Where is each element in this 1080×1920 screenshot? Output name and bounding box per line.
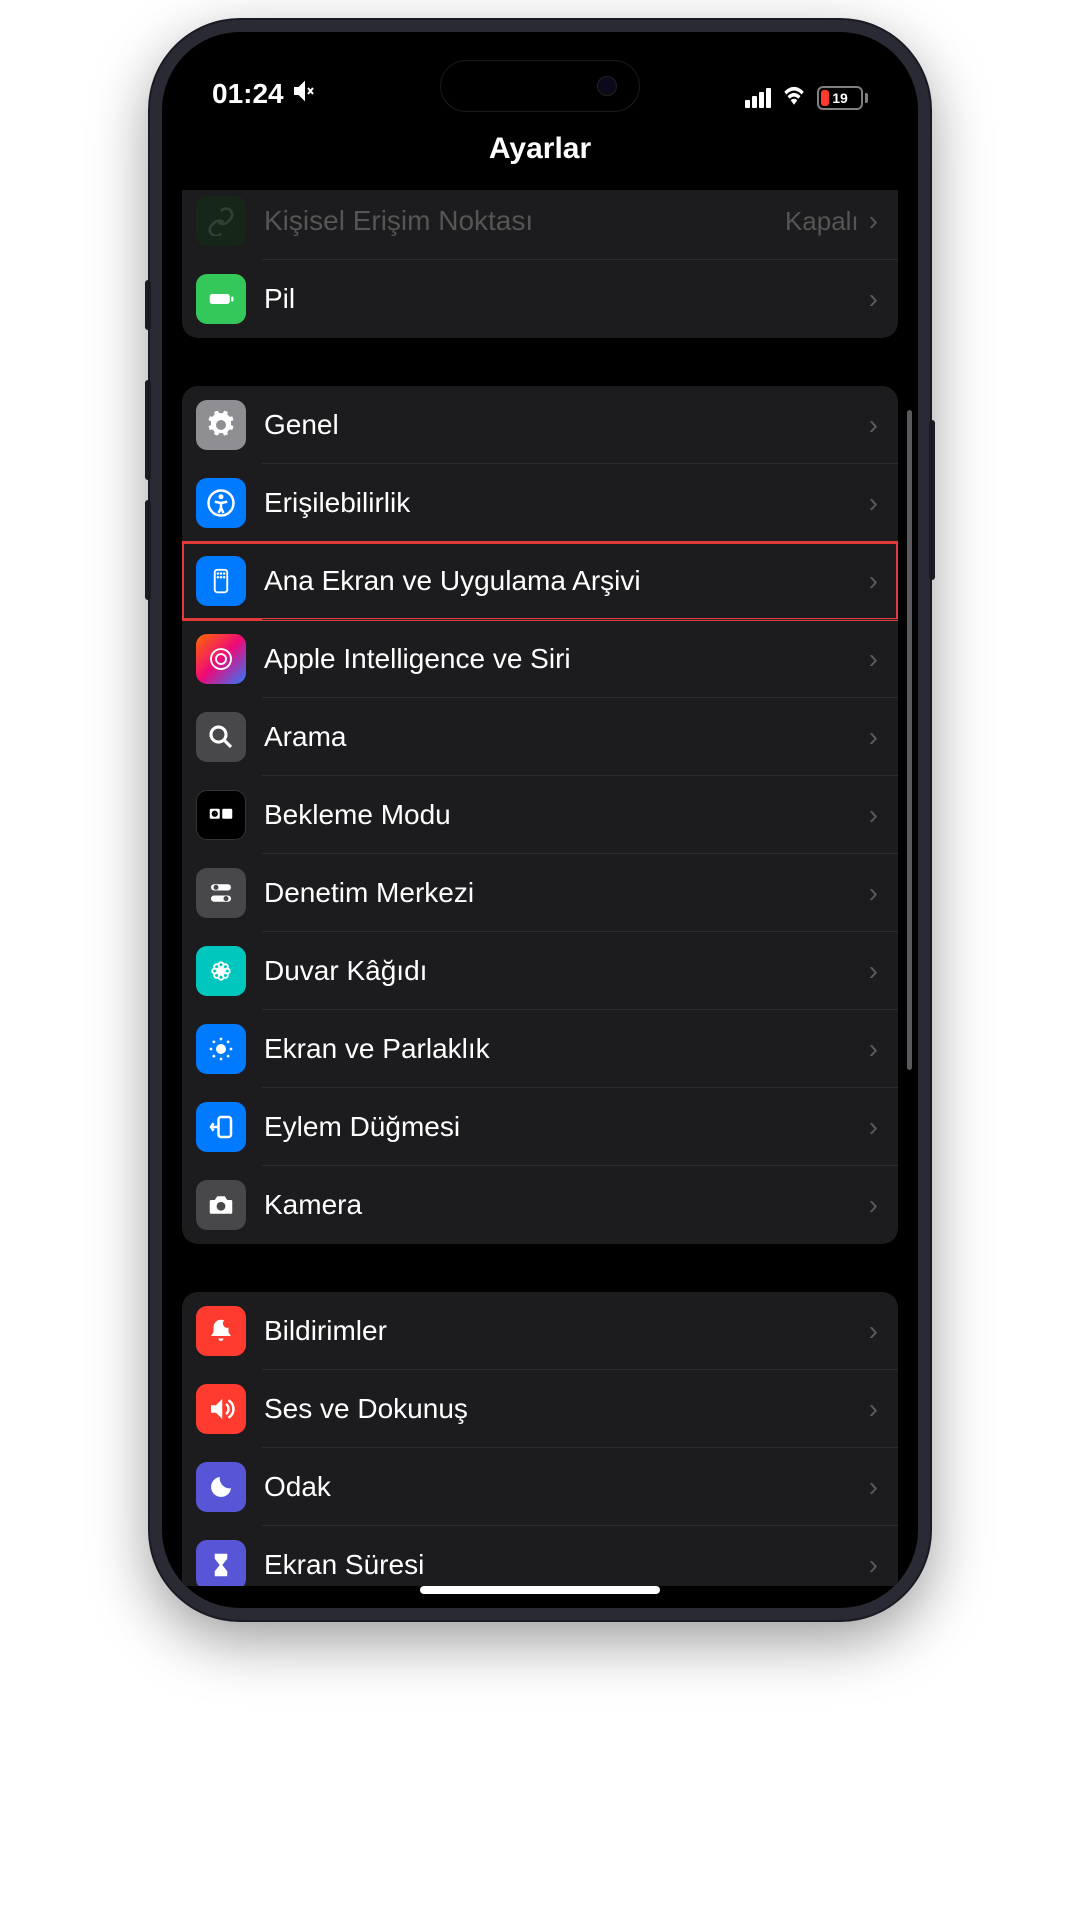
row-value: Kapalı: [785, 206, 859, 237]
hourglass-icon: [196, 1540, 246, 1586]
row-label: Kişisel Erişim Noktası: [264, 205, 785, 237]
battery-icon: [196, 274, 246, 324]
power-button: [929, 420, 935, 580]
chevron-right-icon: ›: [869, 565, 878, 597]
home-indicator[interactable]: [420, 1586, 660, 1594]
row-siri[interactable]: Apple Intelligence ve Siri ›: [182, 620, 898, 698]
row-label: Genel: [264, 409, 869, 441]
settings-content[interactable]: Kişisel Erişim Noktası Kapalı › Pil ›: [162, 190, 918, 1586]
battery-indicator: 19: [817, 86, 868, 110]
chevron-right-icon: ›: [869, 955, 878, 987]
chevron-right-icon: ›: [869, 643, 878, 675]
chevron-right-icon: ›: [869, 799, 878, 831]
bell-icon: [196, 1306, 246, 1356]
speaker-icon: [196, 1384, 246, 1434]
home-screen-icon: [196, 556, 246, 606]
row-label: Bildirimler: [264, 1315, 869, 1347]
row-label: Ekran Süresi: [264, 1549, 869, 1581]
silence-switch: [145, 280, 151, 330]
row-label: Eylem Düğmesi: [264, 1111, 869, 1143]
chevron-right-icon: ›: [869, 1189, 878, 1221]
status-time: 01:24: [212, 78, 284, 110]
row-label: Pil: [264, 283, 869, 315]
volume-down-button: [145, 500, 151, 600]
row-control-center[interactable]: Denetim Merkezi ›: [182, 854, 898, 932]
chevron-right-icon: ›: [869, 721, 878, 753]
chevron-right-icon: ›: [869, 487, 878, 519]
row-wallpaper[interactable]: Duvar Kâğıdı ›: [182, 932, 898, 1010]
scrollbar[interactable]: [907, 410, 912, 1070]
settings-section-notifications: Bildirimler › Ses ve Dokunuş › Odak ›: [182, 1292, 898, 1586]
phone-frame: 01:24 19: [150, 20, 930, 1620]
chevron-right-icon: ›: [869, 283, 878, 315]
chevron-right-icon: ›: [869, 1471, 878, 1503]
settings-section-general: Genel › Erişilebilirlik › Ana Ekran ve U…: [182, 386, 898, 1244]
chevron-right-icon: ›: [869, 205, 878, 237]
row-label: Ana Ekran ve Uygulama Arşivi: [264, 565, 869, 597]
row-focus[interactable]: Odak ›: [182, 1448, 898, 1526]
control-center-icon: [196, 868, 246, 918]
gear-icon: [196, 400, 246, 450]
standby-icon: [196, 790, 246, 840]
row-label: Denetim Merkezi: [264, 877, 869, 909]
row-label: Ekran ve Parlaklık: [264, 1033, 869, 1065]
row-accessibility[interactable]: Erişilebilirlik ›: [182, 464, 898, 542]
silent-mode-icon: [292, 78, 316, 110]
settings-section-connectivity: Kişisel Erişim Noktası Kapalı › Pil ›: [182, 190, 898, 338]
row-screen-time[interactable]: Ekran Süresi ›: [182, 1526, 898, 1586]
moon-icon: [196, 1462, 246, 1512]
row-label: Arama: [264, 721, 869, 753]
chevron-right-icon: ›: [869, 409, 878, 441]
chevron-right-icon: ›: [869, 1549, 878, 1581]
row-action-button[interactable]: Eylem Düğmesi ›: [182, 1088, 898, 1166]
page-title: Ayarlar: [162, 122, 918, 190]
chevron-right-icon: ›: [869, 1393, 878, 1425]
wallpaper-icon: [196, 946, 246, 996]
chevron-right-icon: ›: [869, 1111, 878, 1143]
accessibility-icon: [196, 478, 246, 528]
volume-up-button: [145, 380, 151, 480]
row-general[interactable]: Genel ›: [182, 386, 898, 464]
row-camera[interactable]: Kamera ›: [182, 1166, 898, 1244]
row-label: Duvar Kâğıdı: [264, 955, 869, 987]
chevron-right-icon: ›: [869, 1315, 878, 1347]
row-standby[interactable]: Bekleme Modu ›: [182, 776, 898, 854]
cellular-signal-icon: [745, 88, 771, 108]
chevron-right-icon: ›: [869, 877, 878, 909]
battery-percentage: 19: [832, 90, 848, 106]
row-personal-hotspot[interactable]: Kişisel Erişim Noktası Kapalı ›: [182, 190, 898, 260]
row-label: Erişilebilirlik: [264, 487, 869, 519]
row-notifications[interactable]: Bildirimler ›: [182, 1292, 898, 1370]
action-button-icon: [196, 1102, 246, 1152]
brightness-icon: [196, 1024, 246, 1074]
dynamic-island: [440, 60, 640, 112]
row-label: Kamera: [264, 1189, 869, 1221]
row-display[interactable]: Ekran ve Parlaklık ›: [182, 1010, 898, 1088]
search-icon: [196, 712, 246, 762]
camera-icon: [196, 1180, 246, 1230]
siri-icon: [196, 634, 246, 684]
chevron-right-icon: ›: [869, 1033, 878, 1065]
row-label: Odak: [264, 1471, 869, 1503]
link-icon: [196, 196, 246, 246]
row-search[interactable]: Arama ›: [182, 698, 898, 776]
row-home-screen[interactable]: Ana Ekran ve Uygulama Arşivi ›: [182, 542, 898, 620]
row-sounds[interactable]: Ses ve Dokunuş ›: [182, 1370, 898, 1448]
row-label: Bekleme Modu: [264, 799, 869, 831]
row-label: Ses ve Dokunuş: [264, 1393, 869, 1425]
wifi-icon: [781, 85, 807, 110]
row-label: Apple Intelligence ve Siri: [264, 643, 869, 675]
row-battery[interactable]: Pil ›: [182, 260, 898, 338]
